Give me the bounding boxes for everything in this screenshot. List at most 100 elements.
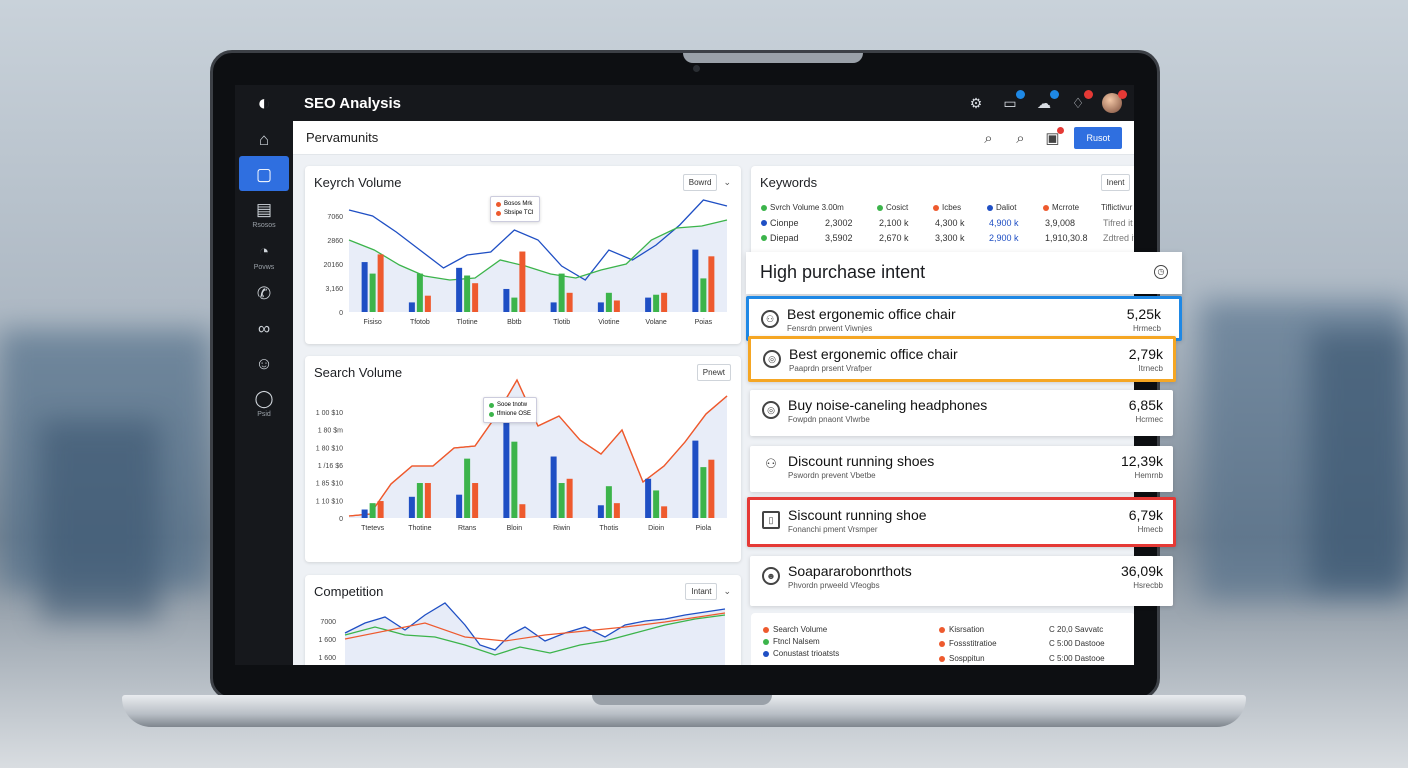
table-row[interactable]: Cionpe 2,3002 2,100 k 4,300 k 4,900 k 3,… (761, 218, 1133, 228)
intent-item-title: Siscount running shoe (788, 507, 927, 523)
intent-item-value: 5,25k (1126, 306, 1161, 322)
dropdown-value[interactable]: Inent (1100, 174, 1131, 191)
y-tick-label: 1 10 $10 (316, 498, 343, 505)
x-tick-label: Dioin (648, 525, 664, 532)
x-tick-label: Bbtb (507, 319, 522, 326)
sidebar: ⌂ ▢ ▤ Rsosos ◔ Povws ✆ ∞ ☺ ◯ Psid (235, 121, 293, 665)
card-title: Keywords (760, 175, 818, 190)
intent-item[interactable]: ☻ Soapararobonrthots Phvordn prweeld Vfe… (750, 556, 1173, 606)
bar (613, 300, 620, 312)
cloud-icon[interactable]: ☁ (1034, 90, 1059, 113)
settings-sliders-icon[interactable]: ⚙ (966, 93, 986, 113)
y-tick-label: 20160 (324, 262, 344, 269)
app-topbar: ◐ SEO Analysis ⚙ ▭ ☁ ♢ (235, 85, 1134, 121)
sidebar-item-chat[interactable]: ◯ Psid (239, 380, 289, 422)
intent-item-title: Soapararobonrthots (788, 563, 912, 579)
clock-icon[interactable]: ◷ (1154, 265, 1168, 279)
intent-panel-header: High purchase intent ◷ (746, 252, 1182, 294)
keyword-volume-chart: 7060 2860 20160 3,160 0 Fisiso Tfotob Tlotine Bb… (324, 199, 728, 326)
y-tick-label: 1 85 $10 (316, 481, 343, 488)
home-icon: ⌂ (258, 130, 270, 149)
x-tick-label: Volane (645, 319, 667, 326)
intent-item[interactable]: ⚇ Best ergonemic office chair Fensrdn pr… (746, 296, 1182, 341)
x-tick-label: Piola (696, 525, 712, 532)
camera (693, 65, 700, 72)
legend-value: C 20,0 Savvatc (1049, 625, 1104, 634)
x-tick-label: Tfotob (410, 319, 430, 326)
intent-item-value: 36,09k (1120, 563, 1163, 579)
sidebar-item-dashboard[interactable]: ▢ (239, 156, 289, 191)
gauge-icon: ◔ (258, 242, 270, 261)
inbox-icon[interactable]: ▭ (1000, 90, 1025, 113)
bar (550, 302, 557, 312)
topbar-icons: ⚙ ▭ ☁ ♢ (966, 90, 1127, 113)
x-tick-label: Thotis (599, 525, 619, 532)
table-row[interactable]: Diepad 3,5902 2,670 k 3,300 k 2,900 k 1,… (761, 233, 1134, 243)
y-tick-label: 3,160 (325, 286, 343, 293)
bar (503, 288, 510, 312)
competition-chart (344, 602, 726, 665)
x-tick-label: Poias (695, 319, 713, 326)
bar (503, 412, 510, 518)
search-icon[interactable]: ⌕ (1010, 130, 1030, 147)
sidebar-item-home[interactable]: ⌂ (239, 121, 289, 156)
sidebar-item-phone[interactable]: ✆ (239, 275, 289, 310)
bar (519, 251, 526, 312)
sidebar-item-reports[interactable]: ▤ Rsosos (239, 191, 289, 233)
chat-icon: ◯ (254, 389, 274, 408)
x-tick-label: Ttetevs (361, 525, 384, 532)
bar (511, 297, 518, 312)
intent-title: High purchase intent (760, 262, 926, 282)
notification-icon[interactable]: ▣ (1042, 127, 1065, 147)
link-icon: ∞ (257, 319, 271, 338)
bell-icon[interactable]: ♢ (1068, 90, 1093, 113)
bar (456, 494, 463, 518)
bar (550, 456, 557, 518)
x-tick-label: Fisiso (363, 319, 381, 326)
intent-item[interactable]: ⚇ Discount running shoes Pswordn prevent… (750, 446, 1173, 492)
laptop-base (122, 695, 1246, 727)
intent-item[interactable]: ◎ Best ergonemic office chair Paaprdn pr… (748, 336, 1176, 382)
intent-item-sub: Phvordn prweeld Vfeogbs (788, 581, 880, 590)
app-title: SEO Analysis (304, 94, 401, 112)
bar (361, 509, 368, 518)
intent-item-value-sub: Itrnecb (1138, 364, 1163, 373)
intent-item-title: Best ergonemic office chair (789, 346, 958, 362)
sidebar-item-feedback[interactable]: ☺ (239, 345, 289, 380)
bar (708, 256, 715, 312)
card-dropdown[interactable]: Inent ⌄ (1100, 174, 1134, 191)
intent-item-value: 2,79k (1128, 346, 1163, 362)
bar (692, 440, 699, 518)
person-icon: ☻ (762, 567, 780, 585)
user-avatar[interactable] (1102, 90, 1127, 113)
intent-item[interactable]: ◎ Buy noise-caneling headphones Fowpdn p… (750, 390, 1173, 436)
intent-item-title: Discount running shoes (788, 453, 935, 469)
intent-item[interactable]: ▯ Siscount running shoe Fonanchi pment V… (747, 497, 1176, 547)
y-tick-label: 7060 (327, 214, 343, 221)
main-header: Pervamunits ⌕ ⌕ ▣ Rusot (293, 121, 1134, 155)
smile-icon: ☺ (255, 354, 273, 373)
bar (369, 273, 376, 312)
report-button[interactable]: Rusot (1074, 127, 1122, 149)
keyword-volume-card: Keyrch Volume Bowrd ⌄ 7060 2860 20160 3,160… (305, 166, 741, 344)
people-icon: ⚇ (761, 310, 779, 328)
legend-value: C 5:00 Dastooe (1049, 654, 1105, 663)
search-volume-card: Search Volume Pnewt 1 00 $10 1 80 $m 1 80 … (305, 356, 741, 562)
sidebar-item-povws[interactable]: ◔ Povws (239, 233, 289, 275)
bar (692, 249, 699, 312)
bar (456, 267, 463, 312)
bar (377, 254, 384, 312)
legend-item: Sosppitun (939, 654, 985, 663)
competition-card: Competition Intant ⌄ 7000 1 600 1 600 (305, 575, 741, 665)
sidebar-item-links[interactable]: ∞ (239, 310, 289, 345)
bar (653, 490, 660, 518)
intent-item-title: Buy noise-caneling headphones (788, 397, 988, 413)
bar (645, 297, 652, 312)
target-icon: ◎ (762, 401, 780, 419)
search-icon[interactable]: ⌕ (978, 130, 998, 147)
area-fill (349, 380, 727, 518)
legend-item: Ftncl Nalsem (763, 637, 820, 646)
bar (653, 294, 660, 312)
legend-item: Fossstitratioe (939, 639, 997, 648)
intent-item-title: Best ergonemic office chair (787, 306, 956, 322)
